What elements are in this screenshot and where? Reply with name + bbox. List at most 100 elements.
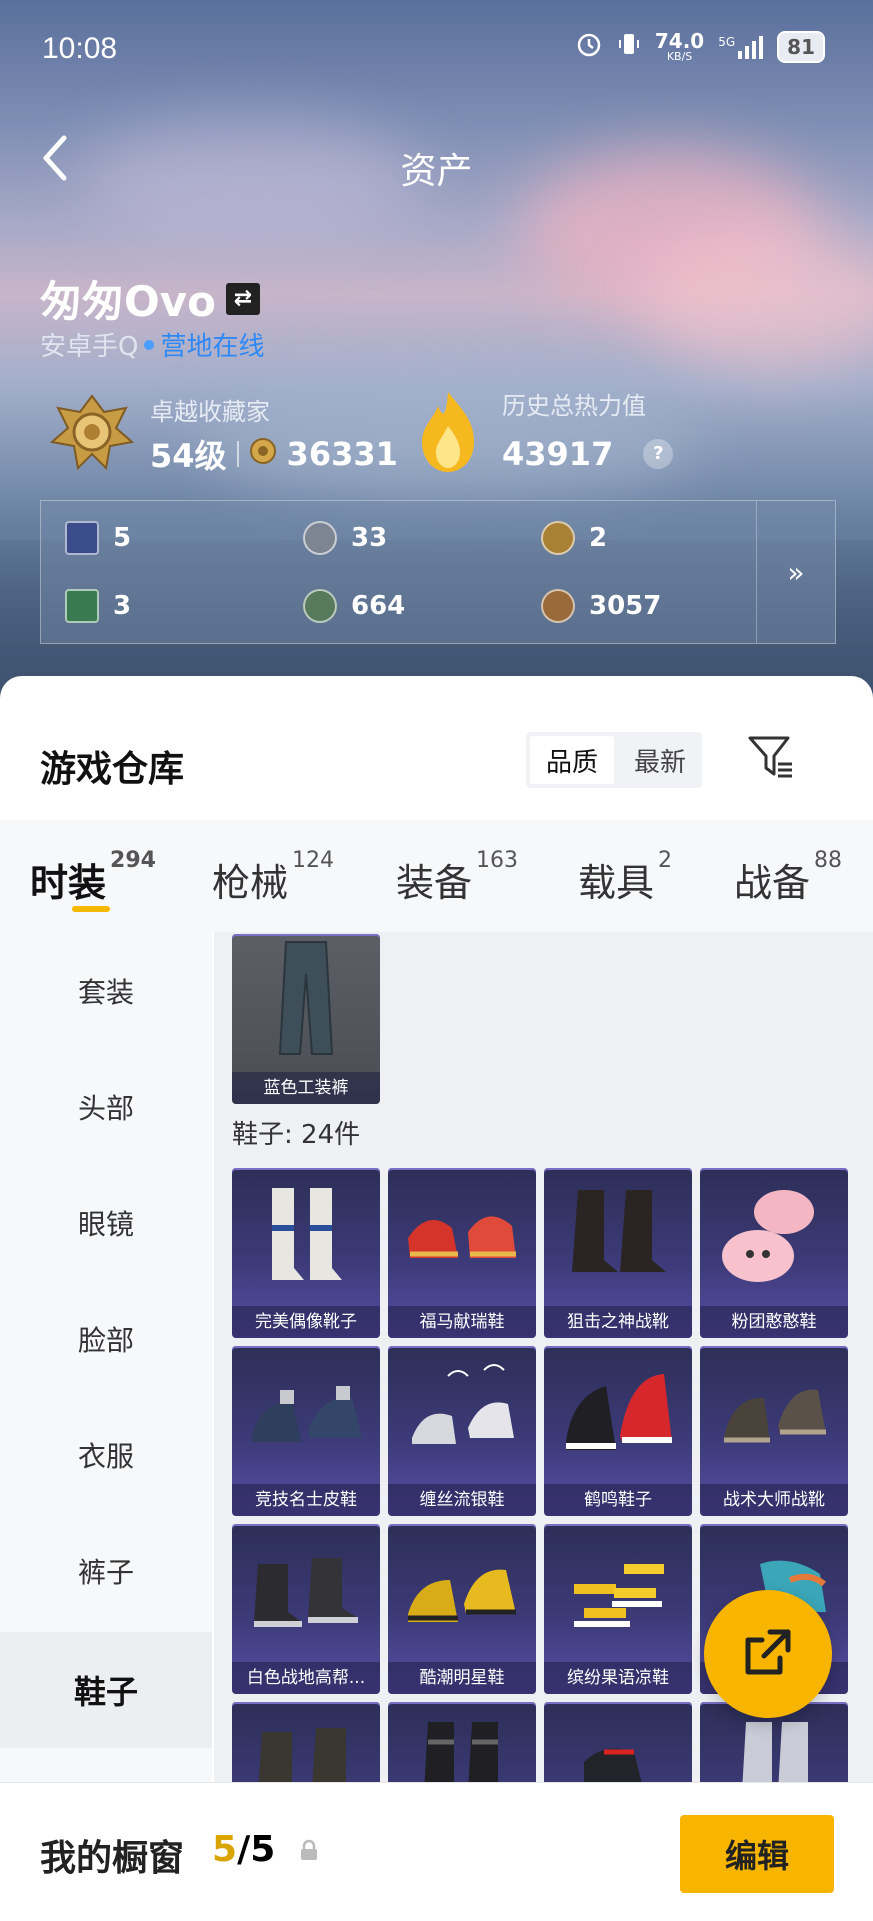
tab-underline	[72, 906, 110, 912]
category-tabs: 时装294 枪械124 装备163 载具2 战备88	[0, 820, 873, 932]
tab-supplies[interactable]: 战备88	[734, 848, 842, 907]
tab-fashion[interactable]: 时装294	[30, 848, 156, 907]
item-name: 粉团憨憨鞋	[700, 1306, 848, 1338]
count-value: 5	[113, 523, 132, 553]
sandals-image	[544, 1524, 692, 1662]
side-item-clothes[interactable]: 衣服	[0, 1400, 212, 1510]
net-speed: 74.0	[654, 29, 705, 53]
item-card[interactable]: 缤纷果语凉鞋	[544, 1524, 692, 1694]
bronze-coin-icon	[541, 589, 575, 623]
item-card[interactable]	[232, 1702, 380, 1782]
alarm-icon	[575, 30, 603, 63]
boots-image	[232, 1168, 380, 1306]
item-card[interactable]: 白色战地高帮...	[232, 1524, 380, 1694]
more-assets-button[interactable]: »	[756, 501, 835, 643]
clock: 10:08	[42, 32, 118, 65]
online-dot	[144, 339, 155, 350]
player-subline: 安卓手Q 营地在线	[40, 326, 264, 363]
side-item-glasses[interactable]: 眼镜	[0, 1168, 212, 1278]
item-name: 狙击之神战靴	[544, 1306, 692, 1338]
status-bar: 10:08 74.0 KB/S 5G 81	[0, 0, 873, 100]
filter-icon[interactable]	[744, 730, 796, 782]
side-item-shoes[interactable]: 鞋子	[0, 1632, 212, 1748]
boots-image	[544, 1168, 692, 1306]
tab-weapons[interactable]: 枪械124	[212, 848, 334, 907]
side-item-face[interactable]: 脸部	[0, 1284, 212, 1394]
count-value: 2	[589, 523, 608, 553]
item-name: 完美偶像靴子	[232, 1306, 380, 1338]
gold-badge-icon	[541, 521, 575, 555]
silver-coin-icon	[303, 521, 337, 555]
item-card[interactable]: 粉团憨憨鞋	[700, 1168, 848, 1338]
side-item-suits[interactable]: 套装	[0, 936, 212, 1046]
sort-quality-button[interactable]: 品质	[530, 736, 614, 784]
count-value: 664	[351, 591, 406, 621]
window-count: 5/5	[212, 1829, 276, 1870]
heat-value: 43917	[502, 435, 614, 473]
item-name: 白色战地高帮...	[232, 1662, 380, 1694]
item-name: 竞技名士皮鞋	[232, 1484, 380, 1516]
item-name: 缤纷果语凉鞋	[544, 1662, 692, 1694]
share-button[interactable]	[704, 1590, 832, 1718]
asset-counts-panel: 5 33 2 3 664 3057 »	[40, 500, 836, 644]
side-item-head[interactable]: 头部	[0, 1052, 212, 1162]
side-item-pants[interactable]: 裤子	[0, 1516, 212, 1626]
player-name: 匆匆Ovo	[40, 277, 216, 326]
item-card[interactable]: 缠丝流银鞋	[388, 1346, 536, 1516]
vibrate-icon	[617, 30, 641, 63]
collector-level: 54级	[150, 437, 227, 475]
coin-icon	[249, 435, 277, 473]
item-card[interactable]: 福马献瑞鞋	[388, 1168, 536, 1338]
tab-equipment[interactable]: 装备163	[396, 848, 518, 907]
sort-newest-button[interactable]: 最新	[618, 732, 702, 788]
count-value: 3	[113, 591, 132, 621]
tab-vehicles[interactable]: 载具2	[578, 848, 672, 907]
item-card[interactable]: 酷潮明星鞋	[388, 1524, 536, 1694]
slippers-image	[700, 1168, 848, 1306]
edit-button[interactable]: 编辑	[680, 1815, 834, 1893]
switch-account-icon[interactable]: ⇄	[225, 282, 260, 315]
help-icon[interactable]: ?	[643, 439, 674, 469]
battery-indicator: 81	[777, 30, 825, 63]
sort-toggle: 品质 最新	[526, 732, 702, 788]
shoes-image	[232, 1346, 380, 1484]
player-name-row: 匆匆Ovo ⇄	[40, 268, 260, 329]
item-card[interactable]: 战术大师战靴	[700, 1346, 848, 1516]
item-card[interactable]	[388, 1702, 536, 1782]
green-coin-icon	[303, 589, 337, 623]
signal-icon: 5G	[718, 35, 764, 59]
item-name: 蓝色工装裤	[232, 1072, 380, 1104]
pants-image	[232, 934, 380, 1072]
page-title: 资产	[400, 151, 473, 192]
net-unit: KB/S	[666, 50, 693, 63]
boots-image	[232, 1524, 380, 1662]
item-name: 福马献瑞鞋	[388, 1306, 536, 1338]
side-nav: 套装 头部 眼镜 脸部 衣服 裤子 鞋子	[0, 932, 212, 1782]
item-card[interactable]: 竞技名士皮鞋	[232, 1346, 380, 1516]
green-card-icon	[65, 589, 99, 623]
count-value: 33	[351, 523, 388, 553]
item-name: 鹤鸣鞋子	[544, 1484, 692, 1516]
boots-image	[700, 1346, 848, 1484]
sneakers-image	[544, 1702, 692, 1782]
my-window-label: 我的橱窗	[40, 1838, 185, 1879]
boots-image	[388, 1702, 536, 1782]
item-card[interactable]: 蓝色工装裤	[232, 934, 380, 1104]
online-status: 营地在线	[160, 332, 265, 362]
flame-icon	[412, 386, 484, 478]
lock-icon	[298, 1839, 320, 1861]
external-link-icon	[740, 1624, 796, 1684]
sneakers-image	[388, 1524, 536, 1662]
shoes-image	[388, 1168, 536, 1306]
item-name: 战术大师战靴	[700, 1484, 848, 1516]
warehouse-title: 游戏仓库	[40, 749, 185, 790]
heat-label: 历史总热力值	[502, 392, 646, 420]
collector-badge-icon	[44, 388, 140, 480]
count-value: 3057	[589, 591, 662, 621]
item-name: 酷潮明星鞋	[388, 1662, 536, 1694]
item-card[interactable]	[544, 1702, 692, 1782]
item-card[interactable]: 鹤鸣鞋子	[544, 1346, 692, 1516]
item-card[interactable]: 狙击之神战靴	[544, 1168, 692, 1338]
item-card[interactable]: 完美偶像靴子	[232, 1168, 380, 1338]
boots-image	[232, 1702, 380, 1782]
